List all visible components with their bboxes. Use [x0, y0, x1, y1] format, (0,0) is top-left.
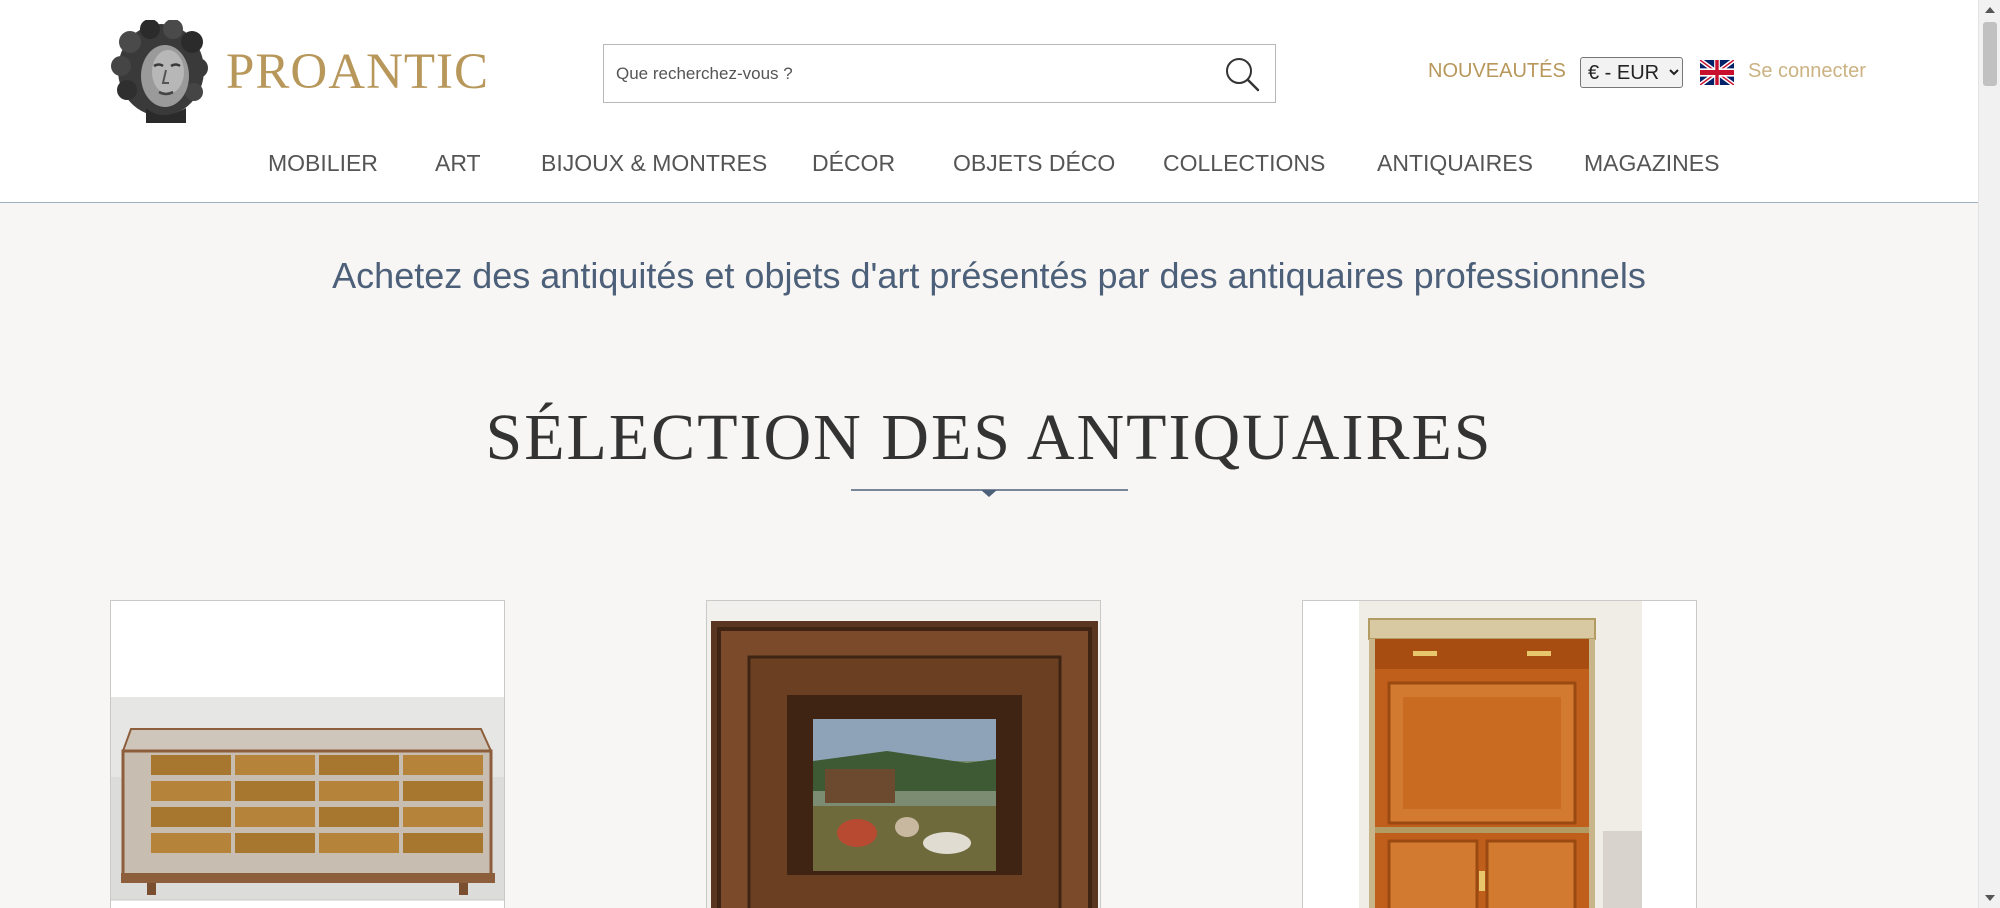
logo[interactable]: PROANTIC: [110, 20, 489, 123]
uk-flag-icon[interactable]: [1700, 60, 1734, 85]
search-bar: [603, 44, 1276, 103]
search-input[interactable]: [604, 45, 1204, 102]
nav-item-art[interactable]: ART: [435, 150, 481, 177]
search-icon[interactable]: [1223, 55, 1261, 93]
scrollbar-thumb[interactable]: [1983, 22, 1997, 86]
nav-item-mobilier[interactable]: MOBILIER: [268, 150, 378, 177]
title-divider: [851, 489, 1128, 497]
bust-logo-icon: [111, 20, 208, 123]
nav-item-decor[interactable]: DÉCOR: [812, 150, 895, 177]
scroll-down-arrow-icon[interactable]: [1985, 895, 1995, 901]
secretary-desk-image: [1303, 601, 1696, 908]
tagline: Achetez des antiquités et objets d'art p…: [332, 255, 1646, 296]
scroll-up-arrow-icon[interactable]: [1985, 7, 1995, 13]
nav-item-collections[interactable]: COLLECTIONS: [1163, 150, 1325, 177]
main-nav: MOBILIER ART BIJOUX & MONTRES DÉCOR OBJE…: [0, 143, 1978, 187]
page-scrollbar[interactable]: [1978, 0, 2000, 908]
login-link[interactable]: Se connecter: [1748, 60, 1866, 83]
section-title: SÉLECTION DES ANTIQUAIRES: [485, 401, 1493, 474]
site-header: PROANTIC NOUVEAUTÉS € - EUR Se connecter…: [0, 0, 1978, 203]
product-card[interactable]: [1302, 600, 1697, 908]
currency-select[interactable]: € - EUR: [1580, 57, 1683, 88]
nav-item-magazines[interactable]: MAGAZINES: [1584, 150, 1719, 177]
product-card[interactable]: [110, 600, 505, 908]
framed-pastoral-painting-image: [707, 601, 1100, 908]
nouveautes-link[interactable]: NOUVEAUTÉS: [1428, 60, 1566, 83]
glass-display-cabinet-image: [111, 697, 504, 901]
logo-text: PROANTIC: [226, 43, 490, 100]
nav-item-objets-deco[interactable]: OBJETS DÉCO: [953, 150, 1115, 177]
nav-item-bijoux-montres[interactable]: BIJOUX & MONTRES: [541, 150, 767, 177]
nav-item-antiquaires[interactable]: ANTIQUAIRES: [1377, 150, 1533, 177]
product-card[interactable]: [706, 600, 1101, 908]
